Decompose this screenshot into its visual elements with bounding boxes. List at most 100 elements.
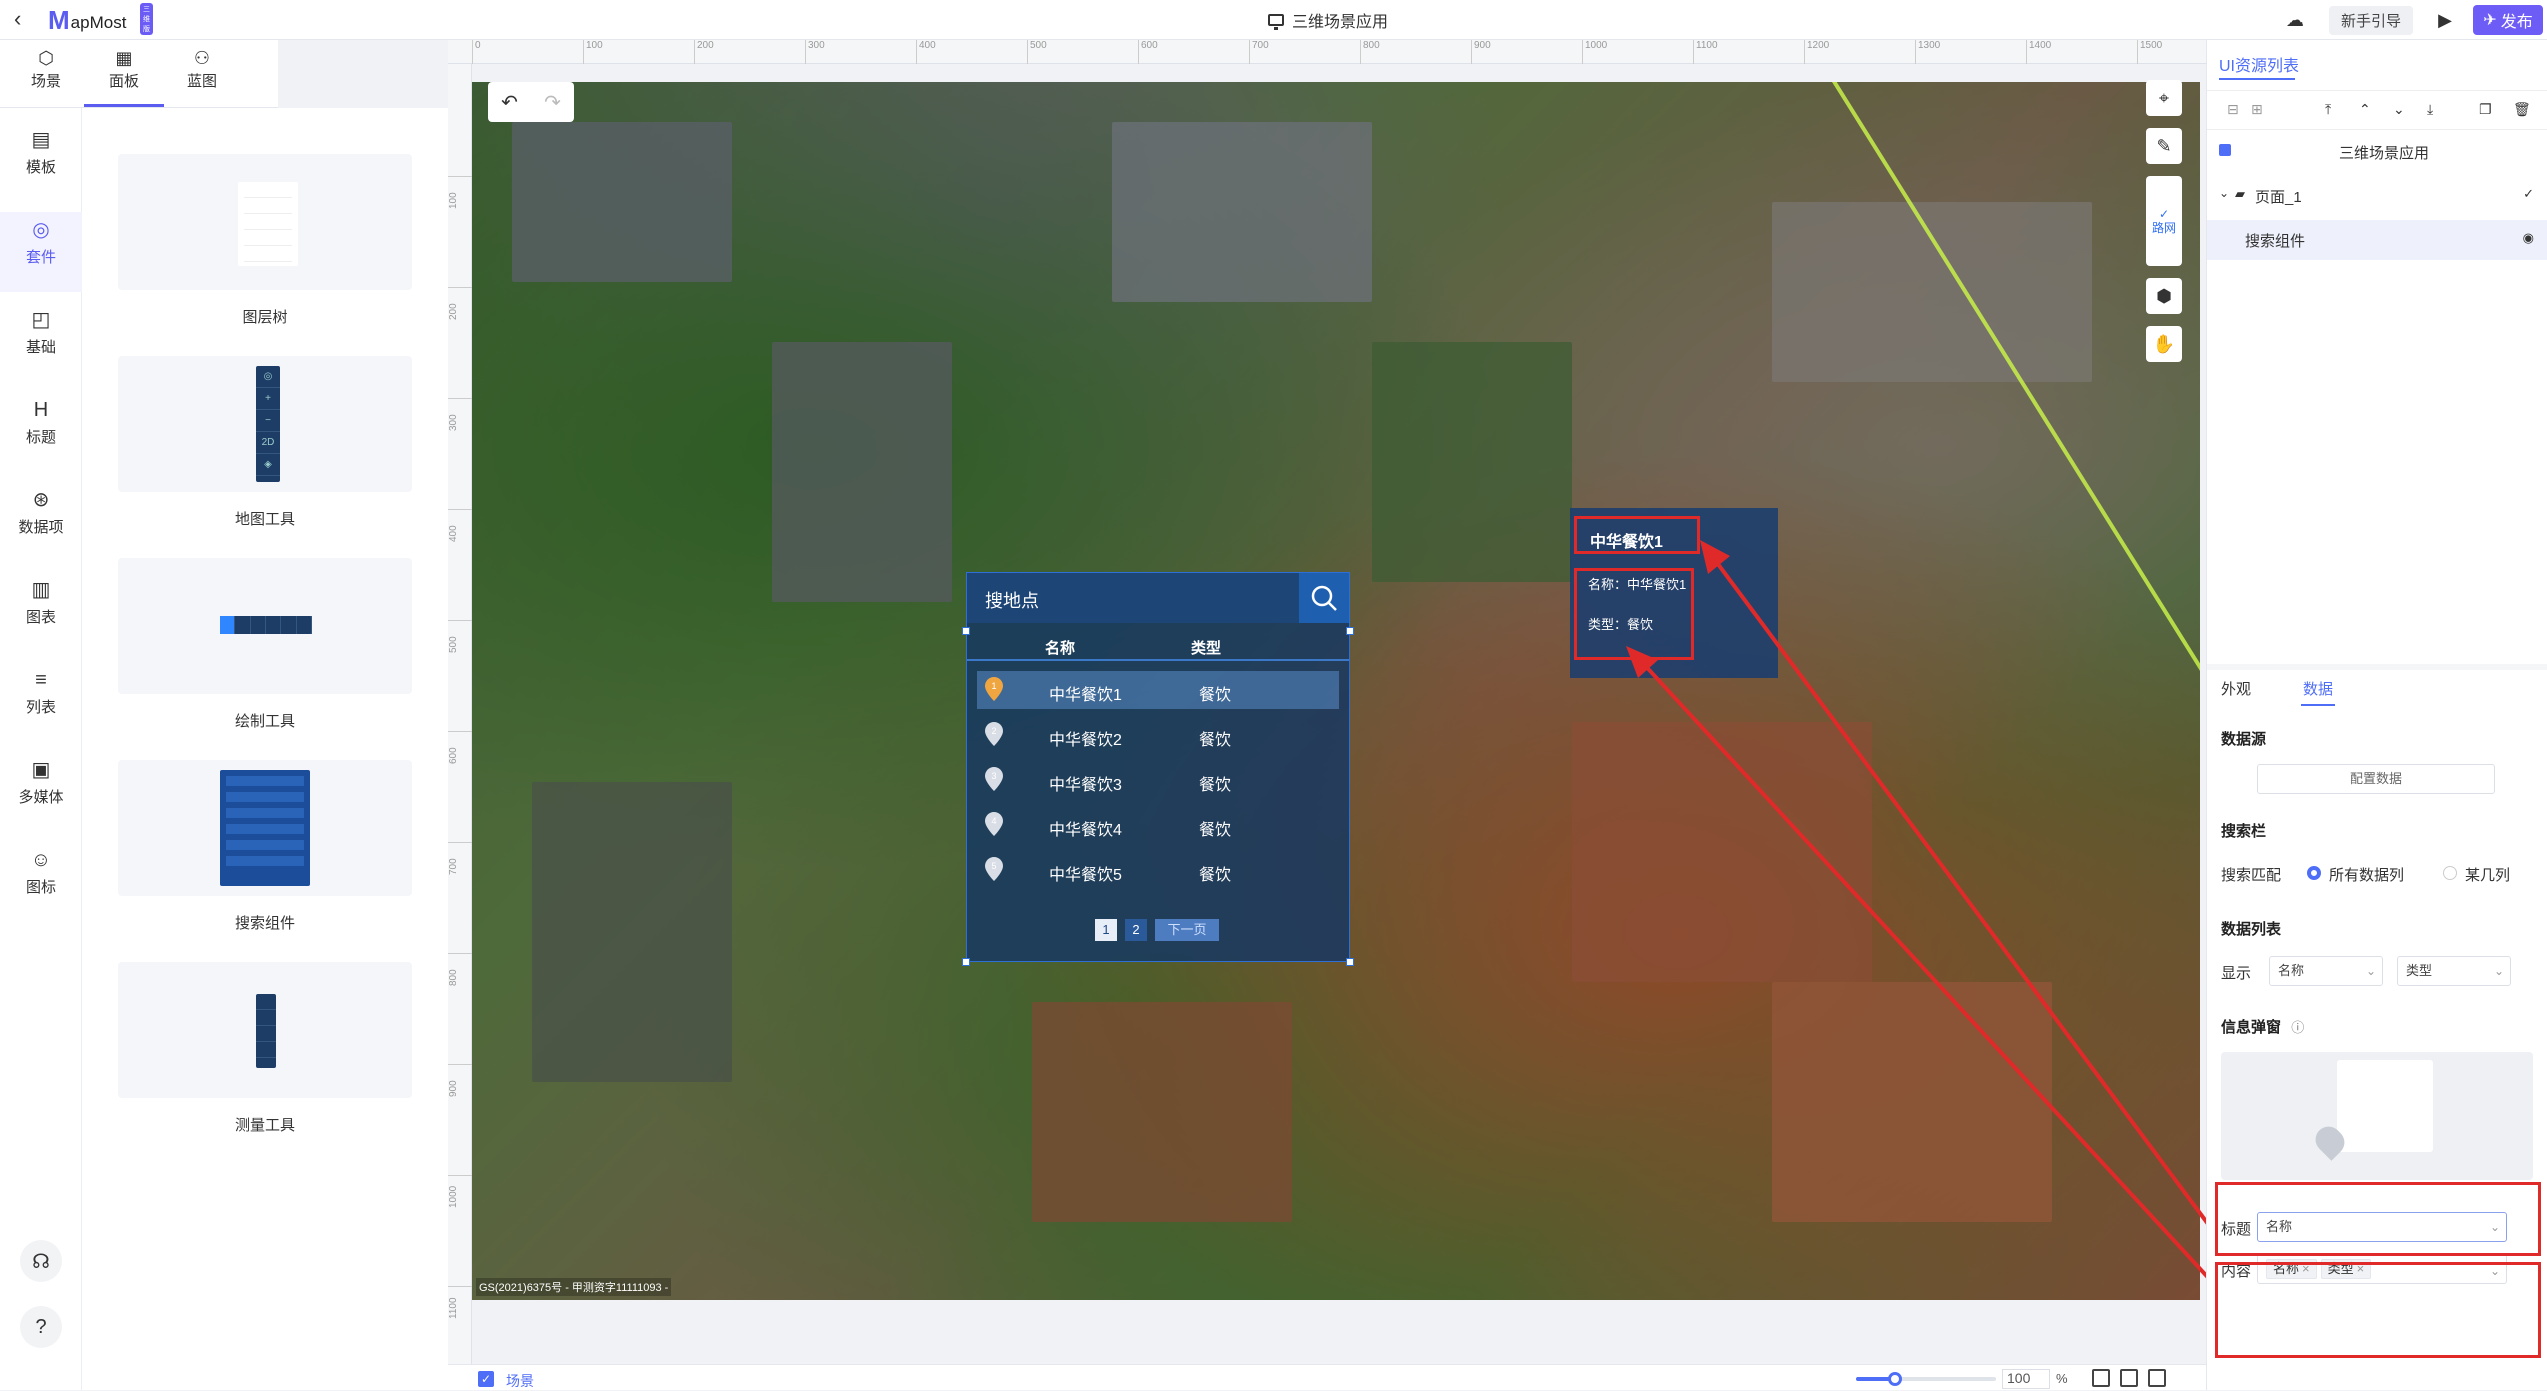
tab-appearance[interactable]: 外观 [2221, 678, 2251, 699]
fit-screen-icon[interactable] [2120, 1369, 2138, 1387]
gallery-card-draw-tools[interactable] [118, 558, 412, 694]
zoom-slider[interactable] [1856, 1372, 1996, 1386]
rail-item-heading[interactable]: H 标题 [0, 398, 82, 447]
gallery-card-measure[interactable] [118, 962, 412, 1098]
redo-icon[interactable]: ↷ [531, 82, 574, 122]
rail-item-basic[interactable]: ◰ 基础 [0, 308, 82, 357]
delete-icon[interactable]: 🗑 [2513, 101, 2531, 118]
radio-all-columns[interactable] [2307, 866, 2321, 880]
list-item[interactable]: 4 中华餐饮4 餐饮 [977, 806, 1339, 844]
support-headset-icon[interactable]: ☊ [20, 1240, 62, 1282]
rail-item-icons[interactable]: ☺ 图标 [0, 848, 82, 897]
list-item[interactable]: 2 中华餐饮2 餐饮 [977, 716, 1339, 754]
building-block [1772, 202, 2092, 382]
tab-data[interactable]: 数据 [2303, 678, 2333, 699]
scene-checkbox[interactable]: ✓ [478, 1371, 494, 1387]
gallery-card-label: 测量工具 [234, 1117, 295, 1134]
draw-tools-thumbnail [220, 616, 312, 634]
list-icon: ≡ [35, 669, 47, 691]
tab-blueprint[interactable]: ⚇ 蓝图 [174, 48, 230, 91]
list-item[interactable]: 3 中华餐饮3 餐饮 [977, 761, 1339, 799]
tree-root[interactable]: 三维场景应用 [2207, 132, 2547, 172]
ruler-vertical: 100 200 300 400 500 600 700 800 900 1000 1100 [448, 64, 472, 1364]
publish-button[interactable]: ✈ 发布 [2473, 5, 2543, 35]
question-circle-icon[interactable]: ⓘ [2291, 1020, 2304, 1035]
resize-handle[interactable] [962, 958, 970, 966]
expand-icon[interactable]: ⌄ [2219, 186, 2229, 200]
next-page-button[interactable]: 下一页 [1155, 919, 1219, 941]
gallery-card-layer-tree[interactable] [118, 154, 412, 290]
cube-icon[interactable]: ⬢ [2146, 278, 2182, 314]
lock-icon[interactable]: ⊟ [2227, 101, 2239, 118]
guide-button[interactable]: 新手引导 [2328, 5, 2413, 35]
tree-component[interactable]: 搜索组件 ◉ [2207, 220, 2547, 260]
result-type: 餐饮 [1199, 777, 1232, 794]
list-item[interactable]: 1 中华餐饮1 餐饮 [977, 671, 1339, 709]
ruler-tick-label: 800 [448, 969, 459, 986]
emoji-icon: ☺ [30, 849, 52, 871]
radio-some-columns[interactable] [2443, 866, 2457, 880]
rail-item-template[interactable]: ▤ 模板 [0, 128, 82, 177]
move-up-icon[interactable]: ⌃ [2359, 101, 2371, 118]
unlock-icon[interactable]: ⊞ [2251, 101, 2263, 118]
resize-handle[interactable] [1346, 627, 1354, 635]
display-select-name[interactable]: 名称 ⌄ [2269, 956, 2383, 986]
map-pin-icon: 1 [985, 677, 1003, 701]
ruler-tick: 600 [1138, 40, 1158, 64]
annotation-box [2215, 1182, 2541, 1256]
fit-width-icon[interactable] [2092, 1369, 2110, 1387]
top-bar: ‹ M apMost 三维版 三维场景应用 ☁ 新手引导 ▶ ✈ 发布 [0, 0, 2547, 40]
ruler-tick: 900 [448, 1064, 472, 1097]
ruler-tick: 1400 [2026, 40, 2051, 64]
panel-icon: ▦ [115, 48, 133, 68]
resize-handle[interactable] [1346, 958, 1354, 966]
page-1-button[interactable]: 1 [1095, 919, 1117, 941]
undo-icon[interactable]: ↶ [488, 82, 531, 122]
move-top-icon[interactable]: ⤒ [2325, 101, 2331, 118]
rail-item-kit[interactable]: ◎ 套件 [0, 218, 82, 267]
cloud-sync-icon[interactable]: ☁ [2281, 6, 2309, 34]
copy-icon[interactable]: ❐ [2479, 101, 2492, 118]
resize-handle[interactable] [962, 627, 970, 635]
tab-panel[interactable]: ▦ 面板 [96, 48, 152, 91]
tab-scene[interactable]: ⬡ 场景 [18, 48, 74, 91]
template-icon: ▤ [31, 129, 51, 151]
help-icon[interactable]: ? [20, 1306, 62, 1348]
search-widget[interactable]: 搜地点 名称 类型 1 中华餐饮1 餐饮 2 中华餐饮2 餐饮 3 中华餐饮3 餐饮 4 中华餐饮4… [962, 572, 1354, 966]
page-2-button[interactable]: 2 [1125, 919, 1147, 941]
rail-item-media[interactable]: ▣ 多媒体 [0, 758, 82, 807]
search-button[interactable] [1299, 573, 1349, 623]
rail-item-data-item[interactable]: ⊛ 数据项 [0, 488, 82, 537]
preview-icon[interactable]: ▶ [2431, 6, 2459, 34]
zoom-input[interactable]: 100 [2002, 1369, 2050, 1389]
magic-wand-icon[interactable]: ✎ [2146, 128, 2182, 164]
ruler-tick: 300 [448, 398, 472, 431]
roam-tool[interactable]: ✓ 路网 [2146, 176, 2182, 266]
blueprint-icon: ⚇ [193, 48, 211, 68]
list-item[interactable]: 5 中华餐饮5 餐饮 [977, 851, 1339, 889]
roam-label: 路网 [2151, 221, 2176, 235]
gallery-card-map-tools[interactable]: ◎ + −2D ◈ [118, 356, 412, 492]
search-bar[interactable]: 搜地点 [967, 573, 1349, 623]
pin-number: 3 [991, 771, 996, 781]
move-down-icon[interactable]: ⌄ [2393, 101, 2405, 118]
ruler-tick: 1500 [2137, 40, 2162, 64]
eye-icon[interactable]: ◉ [2523, 230, 2534, 246]
map-pin-icon: 4 [985, 812, 1003, 836]
tree-component-label: 搜索组件 [2245, 233, 2306, 250]
zoom-slider-knob[interactable] [1888, 1372, 1903, 1386]
rail-item-chart[interactable]: ▥ 图表 [0, 578, 82, 627]
locate-icon[interactable]: ⌖ [2146, 80, 2182, 116]
kit-icon: ◎ [32, 219, 50, 241]
rail-item-list[interactable]: ≡ 列表 [0, 668, 82, 717]
tree-page[interactable]: ⌄ ▰ 页面_1 ✓ [2207, 176, 2547, 216]
move-bottom-icon[interactable]: ⤓ [2427, 101, 2433, 118]
gallery-card-search[interactable] [118, 760, 412, 896]
hand-icon[interactable]: ✋ [2146, 326, 2182, 362]
logo-badge: 三维版 [140, 3, 153, 35]
back-arrow-icon[interactable]: ‹ [14, 8, 36, 30]
actual-size-icon[interactable] [2148, 1369, 2166, 1387]
tab-panel-label: 面板 [108, 73, 139, 90]
display-select-type[interactable]: 类型 ⌄ [2397, 956, 2511, 986]
config-data-button[interactable]: 配置数据 [2257, 764, 2495, 794]
